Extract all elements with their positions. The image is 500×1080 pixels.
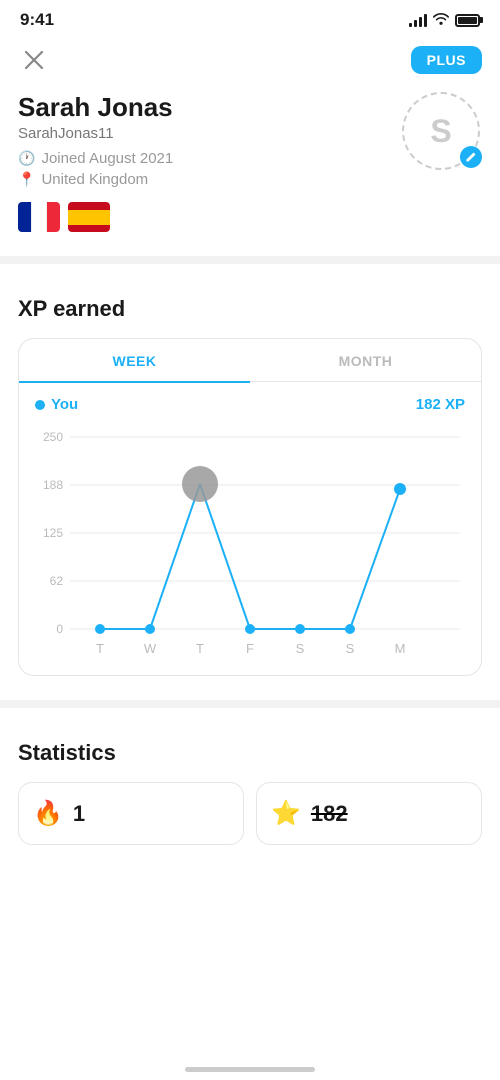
fire-icon: 🔥: [33, 799, 63, 828]
stats-cards: 🔥 1 ⭐ 182: [18, 782, 482, 845]
status-bar: 9:41: [0, 0, 500, 36]
joined-date: 🕐 Joined August 2021: [18, 150, 402, 167]
star-icon: ⭐: [271, 799, 301, 828]
profile-username: SarahJonas11: [18, 125, 402, 142]
signal-icon: [409, 13, 427, 27]
xp-card: ⭐ 182: [256, 782, 482, 845]
svg-text:62: 62: [50, 574, 64, 588]
legend-dot: [35, 400, 45, 410]
svg-text:T: T: [196, 641, 204, 656]
svg-text:0: 0: [56, 622, 63, 636]
spanish-flag[interactable]: [68, 202, 110, 232]
location-icon: 📍: [18, 171, 35, 188]
stats-title: Statistics: [18, 740, 482, 766]
profile-section: Sarah Jonas SarahJonas11 🕐 Joined August…: [0, 88, 500, 248]
chart-svg: 250 188 125 62 0: [35, 427, 465, 667]
xp-title: XP earned: [18, 296, 482, 322]
svg-text:T: T: [96, 641, 104, 656]
profile-name: Sarah Jonas: [18, 92, 402, 123]
status-time: 9:41: [20, 10, 54, 30]
svg-text:S: S: [346, 641, 355, 656]
legend-you: You: [35, 396, 78, 413]
wifi-icon: [433, 12, 449, 28]
battery-icon: [455, 14, 480, 27]
plus-button[interactable]: PLUS: [411, 46, 482, 74]
streak-card: 🔥 1: [18, 782, 244, 845]
svg-text:250: 250: [43, 430, 63, 444]
bottom-handle: [185, 1067, 315, 1072]
chart-card: WEEK MONTH You 182 XP 250 188 125 62 0: [18, 338, 482, 676]
avatar-letter: S: [430, 113, 451, 150]
chart-legend: You 182 XP: [19, 382, 481, 419]
svg-text:F: F: [246, 641, 254, 656]
section-divider: [0, 256, 500, 264]
svg-text:M: M: [395, 641, 406, 656]
profile-meta: 🕐 Joined August 2021 📍 United Kingdom: [18, 150, 402, 188]
header: PLUS: [0, 36, 500, 88]
xp-section: XP earned WEEK MONTH You 182 XP 250 188 …: [0, 272, 500, 692]
svg-text:188: 188: [43, 478, 63, 492]
avatar-edit-button[interactable]: [460, 146, 482, 168]
legend-label: You: [51, 396, 78, 413]
status-icons: [409, 12, 480, 28]
legend-xp: 182 XP: [416, 396, 465, 413]
french-flag[interactable]: [18, 202, 60, 232]
stats-section: Statistics 🔥 1 ⭐ 182: [0, 716, 500, 861]
avatar-container: S: [402, 92, 482, 172]
close-button[interactable]: [18, 44, 50, 76]
location: 📍 United Kingdom: [18, 171, 402, 188]
chart-area: 250 188 125 62 0: [19, 419, 481, 675]
stats-divider: [0, 700, 500, 708]
profile-header: Sarah Jonas SarahJonas11 🕐 Joined August…: [18, 92, 482, 188]
xp-stat-value: 182: [311, 801, 348, 827]
chart-tabs: WEEK MONTH: [19, 339, 481, 382]
svg-text:S: S: [296, 641, 305, 656]
flags-row: [18, 202, 482, 232]
profile-info: Sarah Jonas SarahJonas11 🕐 Joined August…: [18, 92, 402, 188]
tab-week[interactable]: WEEK: [19, 339, 250, 381]
streak-value: 1: [73, 801, 85, 827]
clock-icon: 🕐: [18, 150, 35, 167]
svg-text:W: W: [144, 641, 157, 656]
tab-month[interactable]: MONTH: [250, 339, 481, 381]
svg-text:125: 125: [43, 526, 63, 540]
